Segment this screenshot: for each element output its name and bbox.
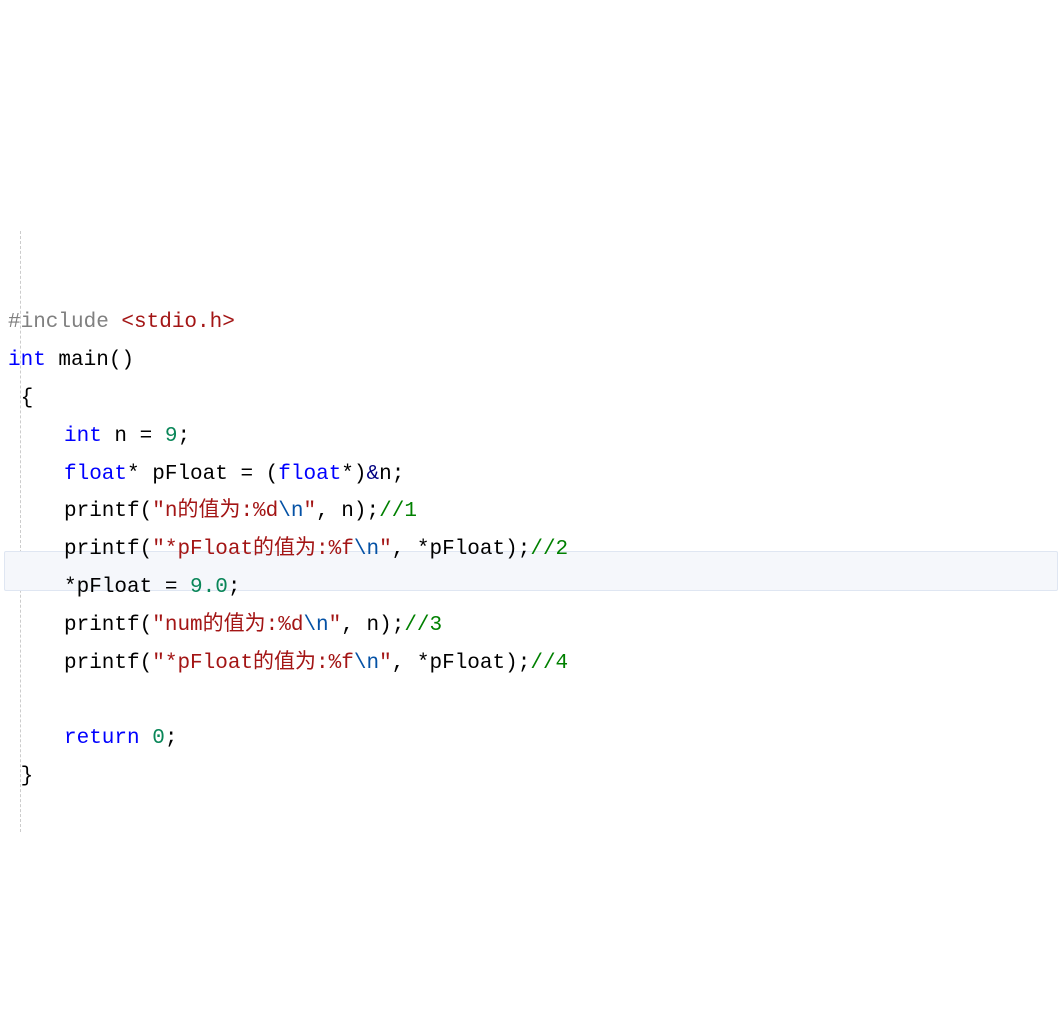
code-token: *	[127, 463, 152, 486]
code-token: = (	[228, 463, 278, 486]
code-line: float* pFloat = (float*)&n;	[8, 456, 1062, 494]
code-token: printf	[64, 652, 140, 675]
code-token: =	[127, 425, 165, 448]
code-token: }	[8, 765, 33, 788]
code-token: pFloat	[77, 576, 153, 599]
code-token: ,	[316, 500, 341, 523]
code-token: =	[152, 576, 190, 599]
code-token	[102, 425, 115, 448]
code-token: 9.0	[190, 576, 228, 599]
code-line: *pFloat = 9.0;	[8, 569, 1062, 607]
code-token: int	[64, 425, 102, 448]
code-token: "	[379, 652, 392, 675]
code-line	[8, 682, 1062, 720]
code-token: n	[341, 500, 354, 523]
code-token: );	[505, 652, 530, 675]
code-token: //1	[379, 500, 417, 523]
code-token: int	[8, 349, 46, 372]
code-token: {	[8, 387, 33, 410]
code-line: }	[8, 758, 1062, 796]
code-token: printf	[64, 500, 140, 523]
code-token: "*pFloat的值为:%f	[152, 652, 354, 675]
code-token: float	[64, 463, 127, 486]
code-token	[46, 349, 59, 372]
code-token: );	[379, 614, 404, 637]
code-token: "n的值为:%d	[152, 500, 278, 523]
code-token	[140, 727, 153, 750]
code-token	[64, 689, 77, 712]
code-line: printf("*pFloat的值为:%f\n", *pFloat);//2	[8, 531, 1062, 569]
code-token: "*pFloat的值为:%f	[152, 538, 354, 561]
code-token: 0	[152, 727, 165, 750]
code-token: \n	[303, 614, 328, 637]
code-line: printf("n的值为:%d\n", n);//1	[8, 493, 1062, 531]
code-token: pFloat	[430, 538, 506, 561]
code-line: {	[8, 380, 1062, 418]
code-token: (	[140, 614, 153, 637]
code-token: #include	[8, 311, 121, 334]
code-token: "num的值为:%d	[152, 614, 303, 637]
code-token: , *	[392, 652, 430, 675]
code-token: //4	[530, 652, 568, 675]
code-token: "	[379, 538, 392, 561]
code-line: #include <stdio.h>	[8, 304, 1062, 342]
code-editor: #include <stdio.h>int main() {int n = 9;…	[0, 151, 1062, 835]
code-token: 9	[165, 425, 178, 448]
code-token: n	[367, 614, 380, 637]
code-token: "	[303, 500, 316, 523]
code-line: printf("num的值为:%d\n", n);//3	[8, 607, 1062, 645]
code-token: \n	[354, 538, 379, 561]
code-token: ;	[177, 425, 190, 448]
code-token: \n	[354, 652, 379, 675]
code-token: *)	[341, 463, 366, 486]
code-token: <stdio.h>	[121, 311, 234, 334]
code-token: );	[354, 500, 379, 523]
code-line: int main()	[8, 342, 1062, 380]
code-token: (	[140, 538, 153, 561]
code-token: float	[278, 463, 341, 486]
code-block: #include <stdio.h>int main() {int n = 9;…	[8, 304, 1062, 795]
code-token: ()	[109, 349, 134, 372]
code-token: ;	[165, 727, 178, 750]
code-token: , *	[392, 538, 430, 561]
code-token: n	[114, 425, 127, 448]
code-token: printf	[64, 614, 140, 637]
code-token: ;	[392, 463, 405, 486]
code-token: //2	[530, 538, 568, 561]
code-token: (	[140, 652, 153, 675]
code-token: return	[64, 727, 140, 750]
code-token: ,	[341, 614, 366, 637]
code-token: printf	[64, 538, 140, 561]
code-token: pFloat	[430, 652, 506, 675]
code-token: n	[379, 463, 392, 486]
code-token: &	[367, 463, 380, 486]
code-token: main	[58, 349, 108, 372]
code-token: //3	[404, 614, 442, 637]
code-token: );	[505, 538, 530, 561]
code-token: (	[140, 500, 153, 523]
code-token: *	[64, 576, 77, 599]
code-line: return 0;	[8, 720, 1062, 758]
code-line: int n = 9;	[8, 418, 1062, 456]
code-token: pFloat	[152, 463, 228, 486]
code-token: \n	[278, 500, 303, 523]
code-token: "	[329, 614, 342, 637]
code-token: ;	[228, 576, 241, 599]
code-line: printf("*pFloat的值为:%f\n", *pFloat);//4	[8, 645, 1062, 683]
